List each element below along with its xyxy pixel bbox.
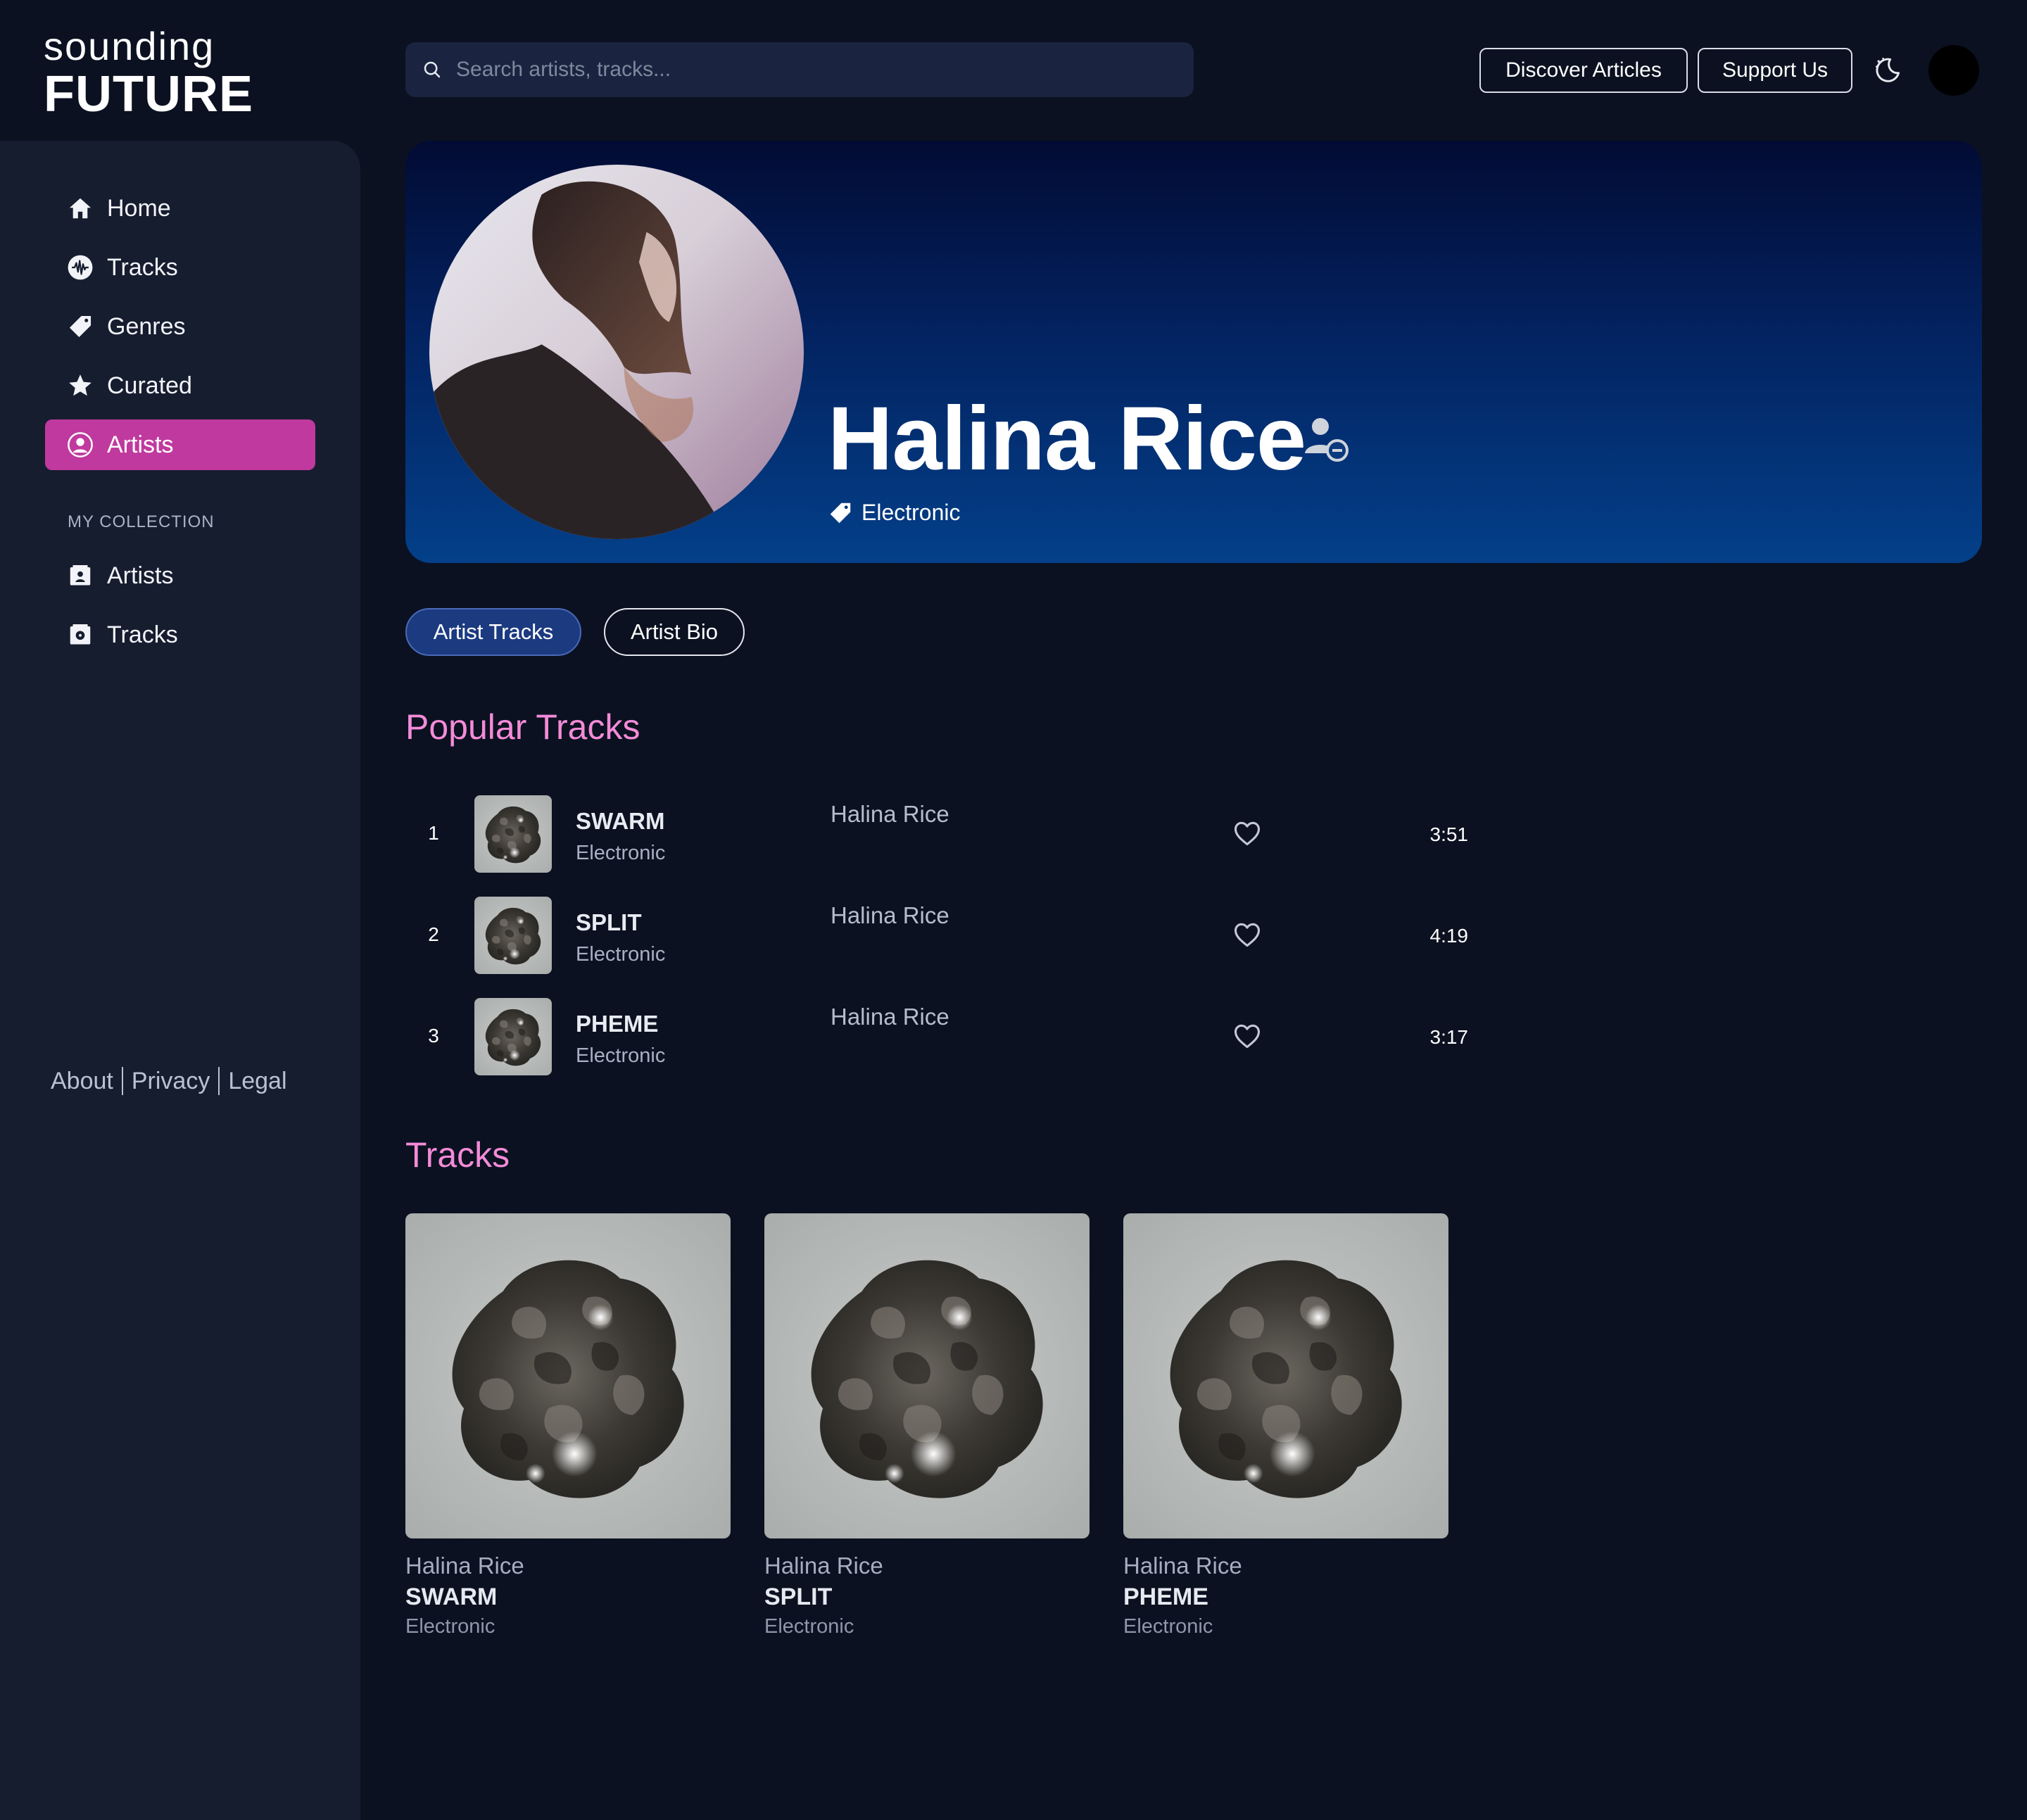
track-cover[interactable]	[1123, 1213, 1448, 1538]
heart-icon[interactable]	[1232, 1020, 1263, 1051]
track-cover[interactable]	[474, 897, 552, 974]
track-title[interactable]: SWARM	[405, 1584, 731, 1611]
unfollow-artist-icon[interactable]	[1298, 411, 1354, 467]
sidebar-item-label: Curated	[107, 372, 192, 399]
sidebar-item-my-artists[interactable]: Artists	[45, 550, 315, 601]
track-rank: 2	[428, 923, 439, 945]
privacy-link[interactable]: Privacy	[132, 1068, 210, 1095]
support-us-button[interactable]: Support Us	[1698, 48, 1852, 93]
track-genre: Electronic	[1123, 1615, 1213, 1638]
track-artist[interactable]: Halina Rice	[831, 801, 949, 828]
brand-logo[interactable]: sounding FUTURE	[44, 25, 255, 120]
sidebar-item-label: Artists	[107, 562, 174, 589]
artist-genre[interactable]: Electronic	[828, 500, 961, 526]
sidebar-item-label: Genres	[107, 312, 186, 340]
tab-artist-bio[interactable]: Artist Bio	[604, 608, 745, 656]
sidebar-item-my-tracks[interactable]: Tracks	[45, 609, 315, 660]
sidebar-item-home[interactable]: Home	[45, 183, 315, 234]
track-duration: 4:19	[1429, 925, 1469, 947]
search-bar[interactable]	[405, 42, 1194, 97]
waveform-icon	[66, 253, 94, 282]
sidebar: Home Tracks Genres Curated Artists MY CO…	[0, 141, 360, 1820]
heart-icon[interactable]	[1232, 818, 1263, 849]
track-duration: 3:51	[1429, 823, 1469, 845]
track-artist[interactable]: Halina Rice	[831, 1004, 949, 1030]
track-artist[interactable]: Halina Rice	[764, 1553, 1090, 1579]
tag-icon	[66, 312, 94, 341]
table-row[interactable]: 1 SWARM Electronic Halina Rice 3:51	[405, 795, 1468, 897]
track-cover[interactable]	[474, 998, 552, 1075]
track-title[interactable]: SWARM	[576, 808, 665, 835]
heart-icon[interactable]	[1232, 919, 1263, 950]
app-root: sounding FUTURE Discover Articles Suppor…	[0, 0, 2027, 1820]
table-row[interactable]: 3 PHEME Electronic Halina Rice 3:17	[405, 998, 1468, 1099]
footer-divider	[121, 1067, 123, 1095]
home-icon	[66, 194, 94, 222]
footer-links: About Privacy Legal	[51, 1067, 287, 1095]
track-card[interactable]: Halina Rice PHEME Electronic	[1123, 1213, 1448, 1638]
search-icon	[418, 56, 446, 84]
track-artist[interactable]: Halina Rice	[1123, 1553, 1448, 1579]
sidebar-item-genres[interactable]: Genres	[45, 301, 315, 352]
brand-line-1: sounding	[44, 24, 215, 68]
artist-hero: Halina Rice Electronic	[405, 141, 1982, 563]
artist-photo	[429, 165, 804, 539]
tab-artist-tracks[interactable]: Artist Tracks	[405, 608, 581, 656]
sidebar-item-label: Artists	[107, 431, 174, 458]
sidebar-item-curated[interactable]: Curated	[45, 360, 315, 411]
track-folder-icon	[66, 621, 94, 649]
theme-toggle-icon[interactable]	[1872, 55, 1903, 86]
popular-tracks-list: 1 SWARM Electronic Halina Rice 3:51 2 SP…	[405, 795, 1468, 1099]
sidebar-item-artists[interactable]: Artists	[45, 419, 315, 470]
collection-nav: Artists Tracks	[45, 550, 315, 669]
track-cover[interactable]	[474, 795, 552, 873]
track-genre: Electronic	[576, 842, 666, 864]
track-genre: Electronic	[576, 1044, 666, 1067]
track-card[interactable]: Halina Rice SPLIT Electronic	[764, 1213, 1090, 1638]
discover-articles-button[interactable]: Discover Articles	[1479, 48, 1688, 93]
tracks-heading: Tracks	[405, 1135, 510, 1175]
track-duration: 3:17	[1429, 1026, 1469, 1048]
track-title[interactable]: PHEME	[576, 1011, 658, 1037]
track-rank: 3	[428, 1025, 439, 1047]
tracks-grid: Halina Rice SWARM Electronic Halina Rice…	[405, 1213, 1482, 1638]
track-cover[interactable]	[405, 1213, 731, 1538]
track-genre: Electronic	[576, 943, 666, 966]
track-title[interactable]: SPLIT	[576, 909, 642, 936]
track-cover[interactable]	[764, 1213, 1090, 1538]
star-icon	[66, 372, 94, 400]
track-artist[interactable]: Halina Rice	[831, 902, 949, 929]
track-title[interactable]: SPLIT	[764, 1584, 1090, 1611]
track-genre: Electronic	[764, 1615, 854, 1638]
sidebar-item-tracks[interactable]: Tracks	[45, 242, 315, 293]
brand-line-2: FUTURE	[44, 66, 253, 122]
user-circle-icon	[66, 431, 94, 459]
popular-tracks-heading: Popular Tracks	[405, 707, 640, 747]
track-rank: 1	[428, 822, 439, 844]
artist-folder-icon	[66, 562, 94, 590]
user-avatar[interactable]	[1928, 45, 1979, 96]
legal-link[interactable]: Legal	[228, 1068, 286, 1095]
track-genre: Electronic	[405, 1615, 495, 1638]
footer-divider	[218, 1067, 220, 1095]
sidebar-item-label: Tracks	[107, 253, 178, 281]
tag-icon	[828, 500, 853, 526]
track-card[interactable]: Halina Rice SWARM Electronic	[405, 1213, 731, 1638]
collection-section-label: MY COLLECTION	[68, 512, 215, 531]
artist-name: Halina Rice	[828, 388, 1306, 489]
main-nav: Home Tracks Genres Curated Artists	[45, 183, 315, 479]
sidebar-item-label: Tracks	[107, 621, 178, 648]
track-title[interactable]: PHEME	[1123, 1584, 1448, 1611]
track-artist[interactable]: Halina Rice	[405, 1553, 731, 1579]
table-row[interactable]: 2 SPLIT Electronic Halina Rice 4:19	[405, 897, 1468, 998]
sidebar-item-label: Home	[107, 194, 171, 222]
search-input[interactable]	[456, 58, 1194, 82]
about-link[interactable]: About	[51, 1068, 113, 1095]
artist-genre-label: Electronic	[861, 500, 961, 525]
